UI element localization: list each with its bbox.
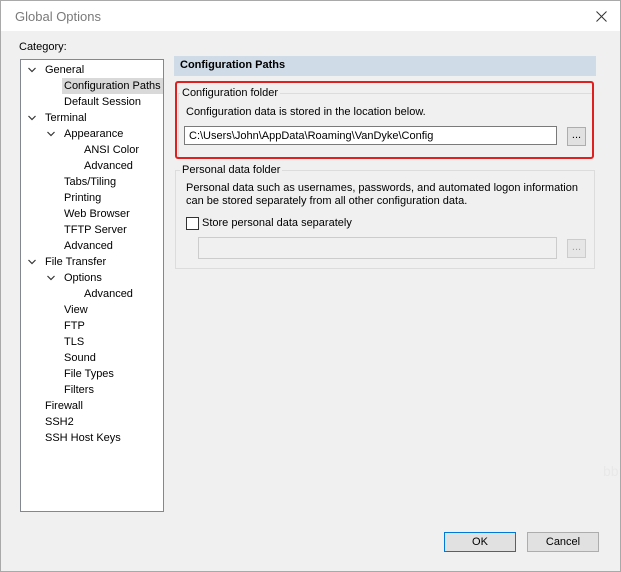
tree-item[interactable]: File Transfer (43, 254, 108, 270)
personal-path-input[interactable] (198, 237, 557, 259)
personal-folder-description-line2: can be stored separately from all other … (186, 195, 468, 207)
tree-item[interactable]: TLS (62, 334, 86, 350)
title-bar: Global Options (1, 1, 620, 31)
config-path-browse-button[interactable]: ... (567, 127, 586, 146)
store-separately-label[interactable]: Store personal data separately (202, 217, 352, 230)
tree-item[interactable]: Advanced (62, 238, 115, 254)
chevron-down-icon[interactable] (27, 65, 37, 75)
tree-item[interactable]: File Types (62, 366, 116, 382)
tree-item[interactable]: Printing (62, 190, 103, 206)
close-button[interactable] (590, 5, 612, 27)
tree-item[interactable]: Tabs/Tiling (62, 174, 118, 190)
tree-item[interactable]: Advanced (82, 286, 135, 302)
tree-item[interactable]: Firewall (43, 398, 85, 414)
chevron-down-icon[interactable] (46, 273, 56, 283)
tree-item[interactable]: Options (62, 270, 104, 286)
tree-item[interactable]: Default Session (62, 94, 143, 110)
tree-item[interactable]: Advanced (82, 158, 135, 174)
store-separately-checkbox[interactable] (186, 217, 199, 230)
watermark-text: bb (603, 463, 619, 479)
chevron-down-icon[interactable] (46, 129, 56, 139)
cancel-button[interactable]: Cancel (527, 532, 599, 552)
config-folder-description: Configuration data is stored in the loca… (186, 106, 426, 118)
close-icon (595, 10, 607, 22)
panel-title: Configuration Paths (180, 59, 286, 71)
tree-item[interactable]: SSH Host Keys (43, 430, 123, 446)
tree-item[interactable]: Appearance (62, 126, 125, 142)
tree-item[interactable]: SSH2 (43, 414, 76, 430)
tree-item[interactable]: Web Browser (62, 206, 132, 222)
ok-button[interactable]: OK (444, 532, 516, 552)
tree-item[interactable]: View (62, 302, 90, 318)
chevron-down-icon[interactable] (27, 257, 37, 267)
global-options-dialog: Global Options Category: General Configur… (0, 0, 621, 572)
category-label: Category: (19, 41, 67, 53)
config-path-input[interactable]: C:\Users\John\AppData\Roaming\VanDyke\Co… (184, 126, 557, 145)
personal-folder-title: Personal data folder (180, 164, 283, 177)
personal-folder-description-line1: Personal data such as usernames, passwor… (186, 182, 578, 194)
tree-item[interactable]: Sound (62, 350, 98, 366)
chevron-down-icon[interactable] (27, 113, 37, 123)
tree-item[interactable]: Filters (62, 382, 96, 398)
tree-item[interactable]: Terminal (43, 110, 89, 126)
tree-item[interactable]: General (43, 62, 86, 78)
tree-item[interactable]: TFTP Server (62, 222, 129, 238)
tree-item[interactable]: ANSI Color (82, 142, 141, 158)
tree-item[interactable]: Configuration Paths (62, 78, 163, 94)
panel-header: Configuration Paths (174, 56, 596, 76)
tree-item[interactable]: FTP (62, 318, 87, 334)
category-tree[interactable]: General Configuration Paths Default Sessio… (20, 59, 164, 512)
personal-path-browse-button[interactable]: ... (567, 239, 586, 258)
window-title: Global Options (15, 9, 101, 24)
config-folder-title: Configuration folder (180, 87, 281, 100)
